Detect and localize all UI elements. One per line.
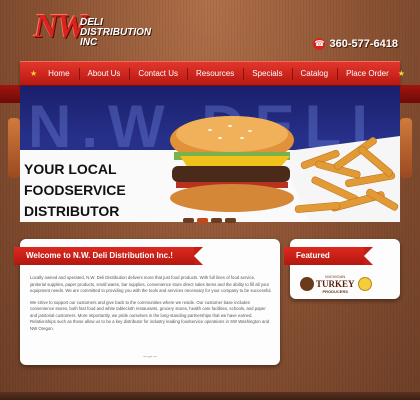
seal-icon [357, 277, 372, 291]
featured-vendors-panel: Featured Vendors MICHIGAN TURKEY PRODUCE… [284, 239, 400, 299]
slider-caption: YOUR LOCAL FOODSERVICE DISTRIBUTOR [24, 159, 126, 222]
nav-contact-us[interactable]: Contact Us [129, 62, 187, 86]
nav-home[interactable]: Home [39, 62, 78, 86]
main-nav: ★ Home About Us Contact Us Resources Spe… [20, 61, 405, 86]
burger-fries-image [170, 116, 400, 222]
caption-line-3: DISTRIBUTOR [24, 203, 120, 219]
welcome-paragraph-2: We strive to support our customers and g… [30, 299, 270, 331]
footer-strip [0, 392, 420, 400]
phone-contact[interactable]: ☎ 360-577-6418 [313, 38, 398, 50]
nav-catalog[interactable]: Catalog [291, 62, 338, 86]
ornament-divider: ~∽~ [142, 354, 158, 361]
star-icon: ★ [397, 69, 405, 78]
nav-specials[interactable]: Specials [243, 62, 291, 86]
slide-dot[interactable] [225, 218, 236, 223]
logo-company-name: DELI DISTRIBUTION INC [80, 18, 151, 48]
vendor-logo-michigan-turkey[interactable]: MICHIGAN TURKEY PRODUCERS [300, 274, 382, 295]
phone-icon: ☎ [313, 38, 326, 50]
welcome-title: Welcome to N.W. Deli Distribution Inc.! [14, 247, 203, 265]
nav-place-order[interactable]: Place Order [337, 62, 398, 86]
welcome-panel: Welcome to N.W. Deli Distribution Inc.! … [14, 239, 280, 365]
slide-dot-active[interactable] [197, 218, 208, 223]
turkey-icon [300, 277, 314, 291]
nav-about-us[interactable]: About Us [78, 62, 130, 86]
caption-line-2: FOODSERVICE [24, 182, 126, 198]
slider-next-tab[interactable] [400, 118, 412, 178]
caption-line-1: YOUR LOCAL [24, 161, 117, 177]
vendor-logo-main: TURKEY [316, 278, 355, 289]
slider-controls [183, 218, 236, 223]
vendor-logo-text: MICHIGAN TURKEY PRODUCERS [316, 274, 355, 295]
site-logo[interactable]: NW DELI DISTRIBUTION INC [34, 8, 154, 58]
logo-line-3: INC [80, 37, 98, 48]
phone-number: 360-577-6418 [329, 38, 398, 50]
logo-mark: NW [34, 8, 87, 45]
slider-prev-tab[interactable] [8, 118, 20, 178]
welcome-paragraph-1: Locally owned and operated, N.W. Deli Di… [30, 275, 272, 293]
star-icon: ★ [30, 69, 38, 78]
vendor-logo-bottom: PRODUCERS [322, 288, 349, 294]
hero-slider: N.W DELI YOUR LOCAL FOODSERVICE DISTRIBU… [20, 86, 400, 222]
slide-dot[interactable] [211, 218, 222, 223]
slide-dot[interactable] [183, 218, 194, 223]
vendors-title: Featured Vendors [284, 247, 373, 278]
welcome-body: Locally owned and operated, N.W. Deli Di… [30, 275, 272, 337]
nav-resources[interactable]: Resources [187, 62, 243, 86]
